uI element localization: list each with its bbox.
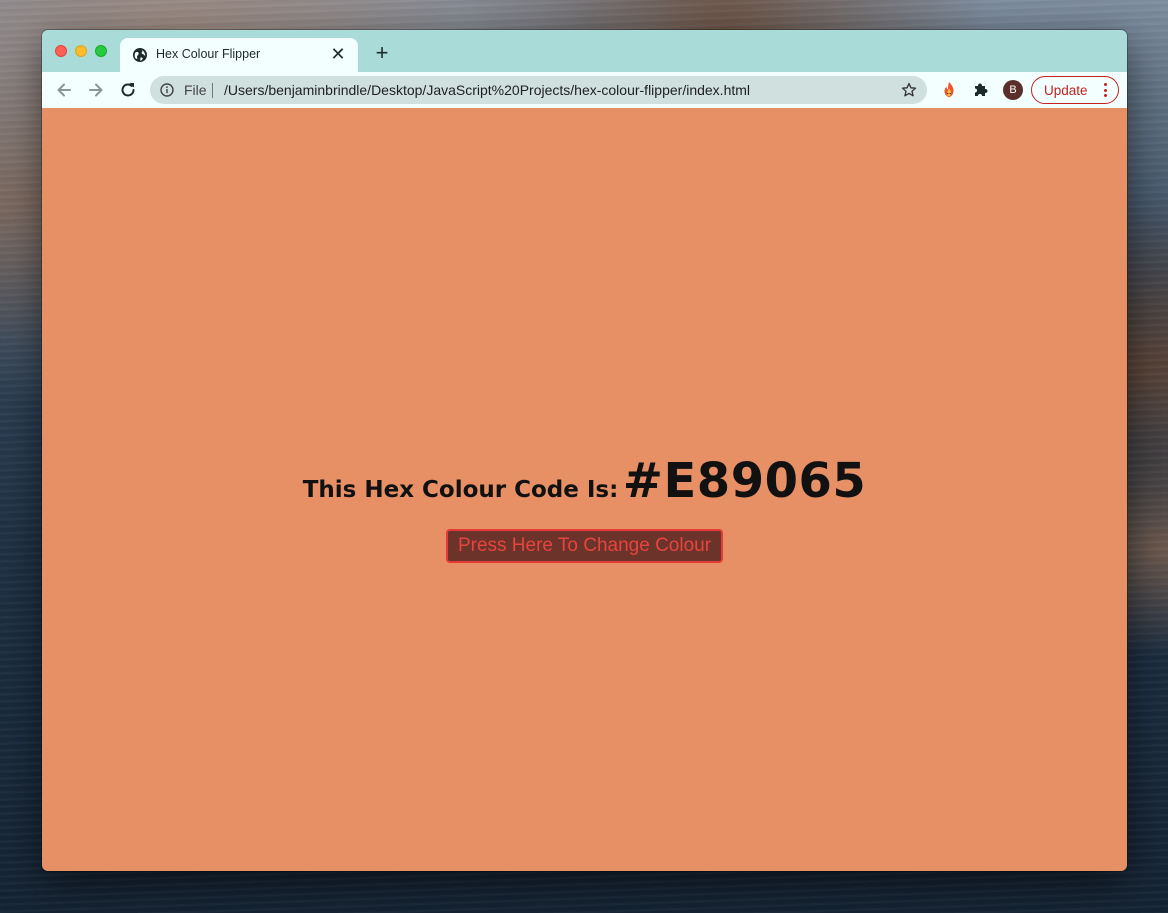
update-label: Update (1044, 83, 1088, 98)
window-zoom-button[interactable] (95, 45, 107, 57)
tab-title: Hex Colour Flipper (156, 47, 261, 61)
change-colour-button[interactable]: Press Here To Change Colour (446, 529, 723, 563)
hex-headline: This Hex Colour Code Is: #E89065 (42, 453, 1127, 509)
tab-strip: Hex Colour Flipper ✕ + (42, 30, 1127, 72)
window-minimize-button[interactable] (75, 45, 87, 57)
browser-toolbar: File /Users/benjaminbrindle/Desktop/Java… (42, 72, 1127, 108)
window-close-button[interactable] (55, 45, 67, 57)
star-icon[interactable] (901, 82, 917, 98)
arrow-left-icon[interactable] (54, 80, 74, 100)
page-viewport: This Hex Colour Code Is: #E89065 Press H… (42, 108, 1127, 871)
omnibox-divider (212, 83, 213, 98)
kebab-menu-icon (1104, 83, 1108, 98)
scheme-label: File (184, 82, 207, 98)
globe-icon (133, 48, 147, 62)
tab-close-icon[interactable]: ✕ (328, 44, 348, 64)
profile-avatar[interactable]: B (1003, 80, 1023, 100)
url-text[interactable]: /Users/benjaminbrindle/Desktop/JavaScrip… (224, 82, 750, 98)
arrow-right-icon[interactable] (86, 80, 106, 100)
hex-value: #E89065 (622, 453, 867, 509)
fire-extension-icon[interactable] (940, 81, 958, 99)
hex-label: This Hex Colour Code Is: (302, 477, 619, 503)
new-tab-button[interactable]: + (371, 42, 393, 64)
puzzle-icon[interactable] (972, 81, 990, 99)
address-bar[interactable]: File /Users/benjaminbrindle/Desktop/Java… (150, 76, 927, 104)
info-icon[interactable] (160, 83, 174, 97)
tab-hex-colour-flipper[interactable]: Hex Colour Flipper ✕ (120, 38, 358, 72)
reload-icon[interactable] (118, 80, 138, 100)
browser-window: Hex Colour Flipper ✕ + File /Users/benja… (42, 30, 1127, 871)
update-button[interactable]: Update (1031, 76, 1119, 104)
